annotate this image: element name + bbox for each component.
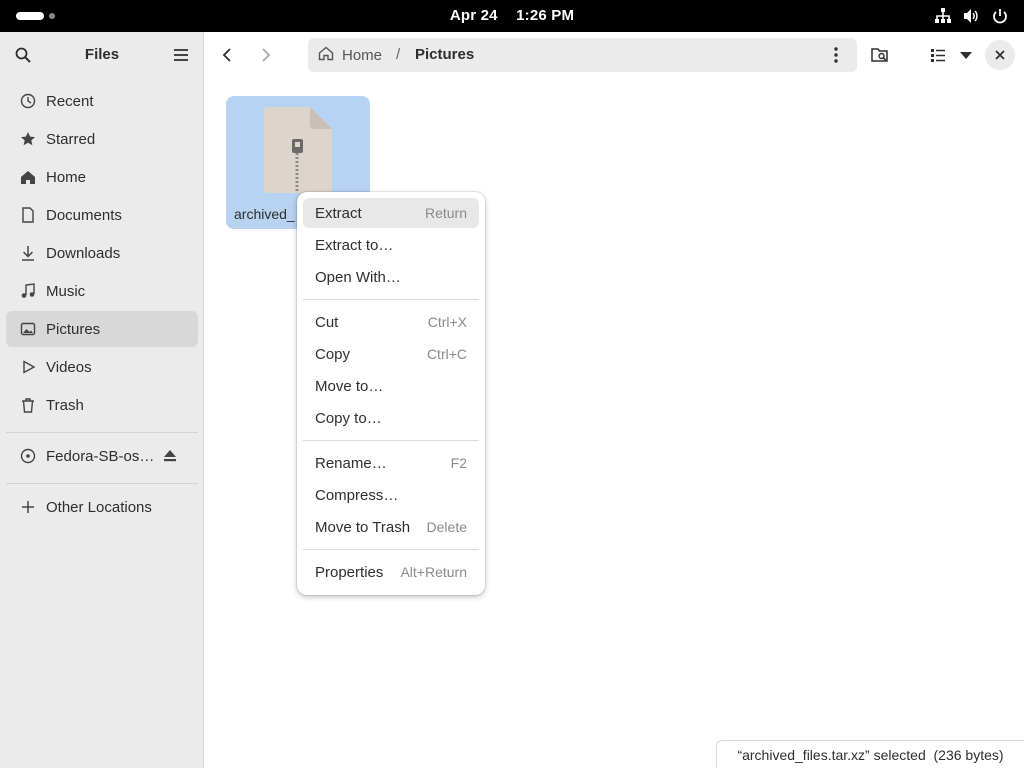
date-label: Apr 24 (449, 7, 498, 24)
menu-item-accel: F2 (450, 455, 467, 471)
sidebar: Files Recent Starred Home Documents Down… (0, 32, 204, 768)
context-menu: Extract Return Extract to… Open With… Cu… (297, 192, 485, 595)
menu-item-label: Extract (315, 204, 362, 222)
menu-item-cut[interactable]: Cut Ctrl+X (303, 307, 479, 337)
sidebar-item-music[interactable]: Music (6, 273, 198, 309)
menu-item-label: Copy to… (315, 409, 382, 427)
menu-item-accel: Ctrl+C (426, 346, 467, 362)
clock-icon (20, 93, 36, 109)
download-icon (20, 245, 36, 261)
volume-icon[interactable] (961, 6, 981, 26)
sidebar-header: Files (0, 32, 204, 78)
menu-item-open-with[interactable]: Open With… (303, 262, 479, 292)
power-icon[interactable] (990, 6, 1010, 26)
sidebar-item-home[interactable]: Home (6, 159, 198, 195)
sidebar-item-drive[interactable]: Fedora-SB-os… (6, 438, 198, 474)
path-separator: / (396, 46, 401, 63)
main-menu-icon[interactable] (166, 40, 196, 70)
sidebar-item-label: Music (46, 282, 86, 300)
menu-item-label: Open With… (315, 268, 401, 286)
home-icon (318, 45, 334, 65)
menu-item-accel: Ctrl+X (427, 314, 467, 330)
sidebar-item-starred[interactable]: Starred (6, 121, 198, 157)
disc-icon (20, 448, 36, 464)
sidebar-item-label: Pictures (46, 320, 101, 338)
menu-item-label: Copy (315, 345, 351, 363)
path-home-label: Home (342, 46, 383, 64)
sidebar-item-other-locations[interactable]: Other Locations (6, 489, 198, 525)
sidebar-item-trash[interactable]: Trash (6, 387, 198, 423)
header-bar: Home / Pictures (204, 32, 1024, 78)
menu-item-extract[interactable]: Extract Return (303, 198, 479, 228)
menu-item-properties[interactable]: Properties Alt+Return (303, 557, 479, 587)
time-label: 1:26 PM (516, 7, 575, 24)
close-icon[interactable] (985, 40, 1015, 70)
menu-item-accel: Return (424, 205, 467, 221)
sidebar-divider (6, 483, 198, 484)
sidebar-item-documents[interactable]: Documents (6, 197, 198, 233)
menu-item-label: Compress… (315, 486, 399, 504)
menu-item-accel: Delete (426, 519, 467, 535)
sidebar-item-label: Recent (46, 92, 94, 110)
video-icon (20, 359, 36, 375)
forward-button[interactable] (251, 40, 281, 70)
status-bar: “archived_files.tar.xz” selected (236 by… (716, 740, 1024, 768)
menu-separator (303, 299, 479, 300)
trash-icon (20, 397, 36, 413)
menu-item-compress[interactable]: Compress… (303, 480, 479, 510)
menu-item-copy[interactable]: Copy Ctrl+C (303, 339, 479, 369)
network-icon[interactable] (933, 6, 953, 26)
sidebar-divider (6, 432, 198, 433)
menu-item-label: Properties (315, 563, 384, 581)
archive-file-icon (264, 107, 332, 197)
star-icon (20, 131, 36, 147)
menu-item-move-to-trash[interactable]: Move to Trash Delete (303, 512, 479, 542)
back-button[interactable] (212, 40, 242, 70)
sidebar-item-videos[interactable]: Videos (6, 349, 198, 385)
menu-item-copy-to[interactable]: Copy to… (303, 403, 479, 433)
view-options-dropdown-icon[interactable] (951, 40, 981, 70)
menu-item-label: Rename… (315, 454, 387, 472)
menu-item-rename[interactable]: Rename… F2 (303, 448, 479, 478)
menu-item-label: Cut (315, 313, 339, 331)
menu-item-label: Extract to… (315, 236, 394, 254)
menu-item-label: Move to Trash (315, 518, 411, 536)
file-name-label: archived_ (234, 206, 295, 222)
path-bar: Home / Pictures (308, 38, 857, 72)
menu-item-extract-to[interactable]: Extract to… (303, 230, 479, 260)
sidebar-item-label: Videos (46, 358, 92, 376)
sidebar-item-label: Home (46, 168, 87, 186)
menu-separator (303, 549, 479, 550)
path-menu-icon[interactable] (821, 40, 851, 70)
clock[interactable]: Apr 24 1:26 PM (0, 7, 1024, 24)
list-view-icon[interactable] (923, 40, 953, 70)
menu-item-label: Move to… (315, 377, 384, 395)
home-icon (20, 169, 36, 185)
sidebar-item-label: Starred (46, 130, 96, 148)
sidebar-item-label: Other Locations (46, 498, 152, 516)
menu-item-move-to[interactable]: Move to… (303, 371, 479, 401)
sidebar-item-label: Documents (46, 206, 122, 224)
menu-item-accel: Alt+Return (400, 564, 467, 580)
sidebar-item-label: Trash (46, 396, 84, 414)
top-bar: Apr 24 1:26 PM (0, 0, 1024, 32)
path-current[interactable]: Pictures (415, 46, 474, 63)
music-icon (20, 283, 36, 299)
sidebar-item-recent[interactable]: Recent (6, 83, 198, 119)
eject-icon[interactable] (162, 448, 178, 464)
path-home-button[interactable]: Home (318, 38, 382, 72)
plus-icon (20, 499, 36, 515)
document-icon (20, 207, 36, 223)
sidebar-item-downloads[interactable]: Downloads (6, 235, 198, 271)
sidebar-item-pictures[interactable]: Pictures (6, 311, 198, 347)
menu-separator (303, 440, 479, 441)
picture-icon (20, 321, 36, 337)
sidebar-item-label: Fedora-SB-os… (46, 447, 155, 465)
sidebar-item-label: Downloads (46, 244, 121, 262)
search-folder-icon[interactable] (865, 40, 895, 70)
